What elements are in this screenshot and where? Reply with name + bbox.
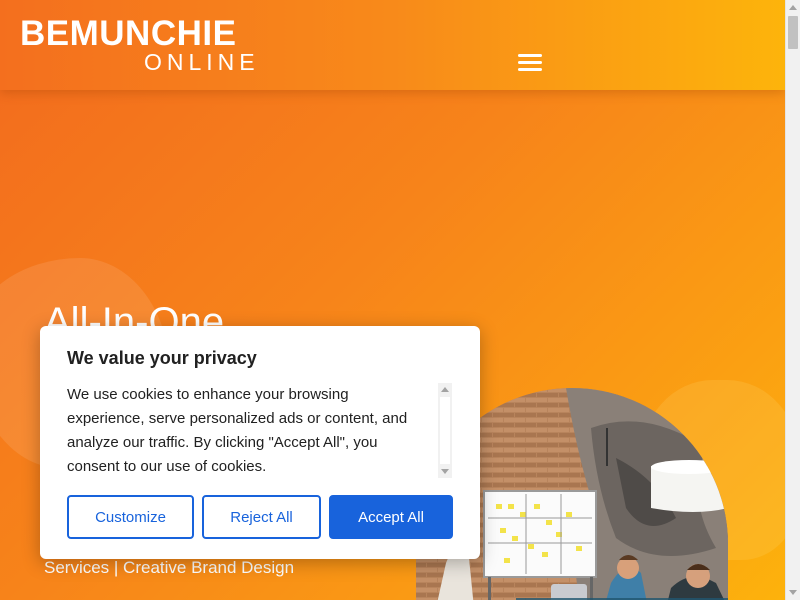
consent-title: We value your privacy bbox=[67, 348, 257, 368]
accept-all-button[interactable]: Accept All bbox=[329, 495, 453, 539]
page-scrollbar[interactable] bbox=[785, 0, 800, 600]
scroll-up-arrow-icon[interactable] bbox=[441, 387, 449, 392]
consent-text-scrollbar[interactable] bbox=[438, 383, 452, 478]
page-content: BEMUNCHIE ONLINE All-In-One Services | C… bbox=[0, 0, 785, 600]
hero-subtitle: Services | Creative Brand Design bbox=[44, 558, 295, 577]
scroll-up-arrow-icon[interactable] bbox=[789, 5, 797, 10]
cookie-consent-dialog: We value your privacy We use cookies to … bbox=[40, 326, 480, 559]
scroll-down-arrow-icon[interactable] bbox=[789, 590, 797, 595]
scroll-down-arrow-icon[interactable] bbox=[441, 469, 449, 474]
scrollbar-thumb[interactable] bbox=[440, 397, 450, 464]
page-scrollbar-thumb[interactable] bbox=[788, 16, 798, 49]
customize-button[interactable]: Customize bbox=[67, 495, 194, 539]
consent-body-text: We use cookies to enhance your browsing … bbox=[67, 386, 408, 475]
site-logo[interactable]: BEMUNCHIE ONLINE bbox=[20, 14, 270, 76]
reject-all-button[interactable]: Reject All bbox=[202, 495, 321, 539]
hamburger-menu-icon[interactable] bbox=[518, 54, 544, 74]
logo-wordmark: BEMUNCHIE bbox=[20, 14, 237, 53]
site-header: BEMUNCHIE ONLINE bbox=[0, 0, 785, 90]
logo-subtext: ONLINE bbox=[144, 49, 260, 75]
